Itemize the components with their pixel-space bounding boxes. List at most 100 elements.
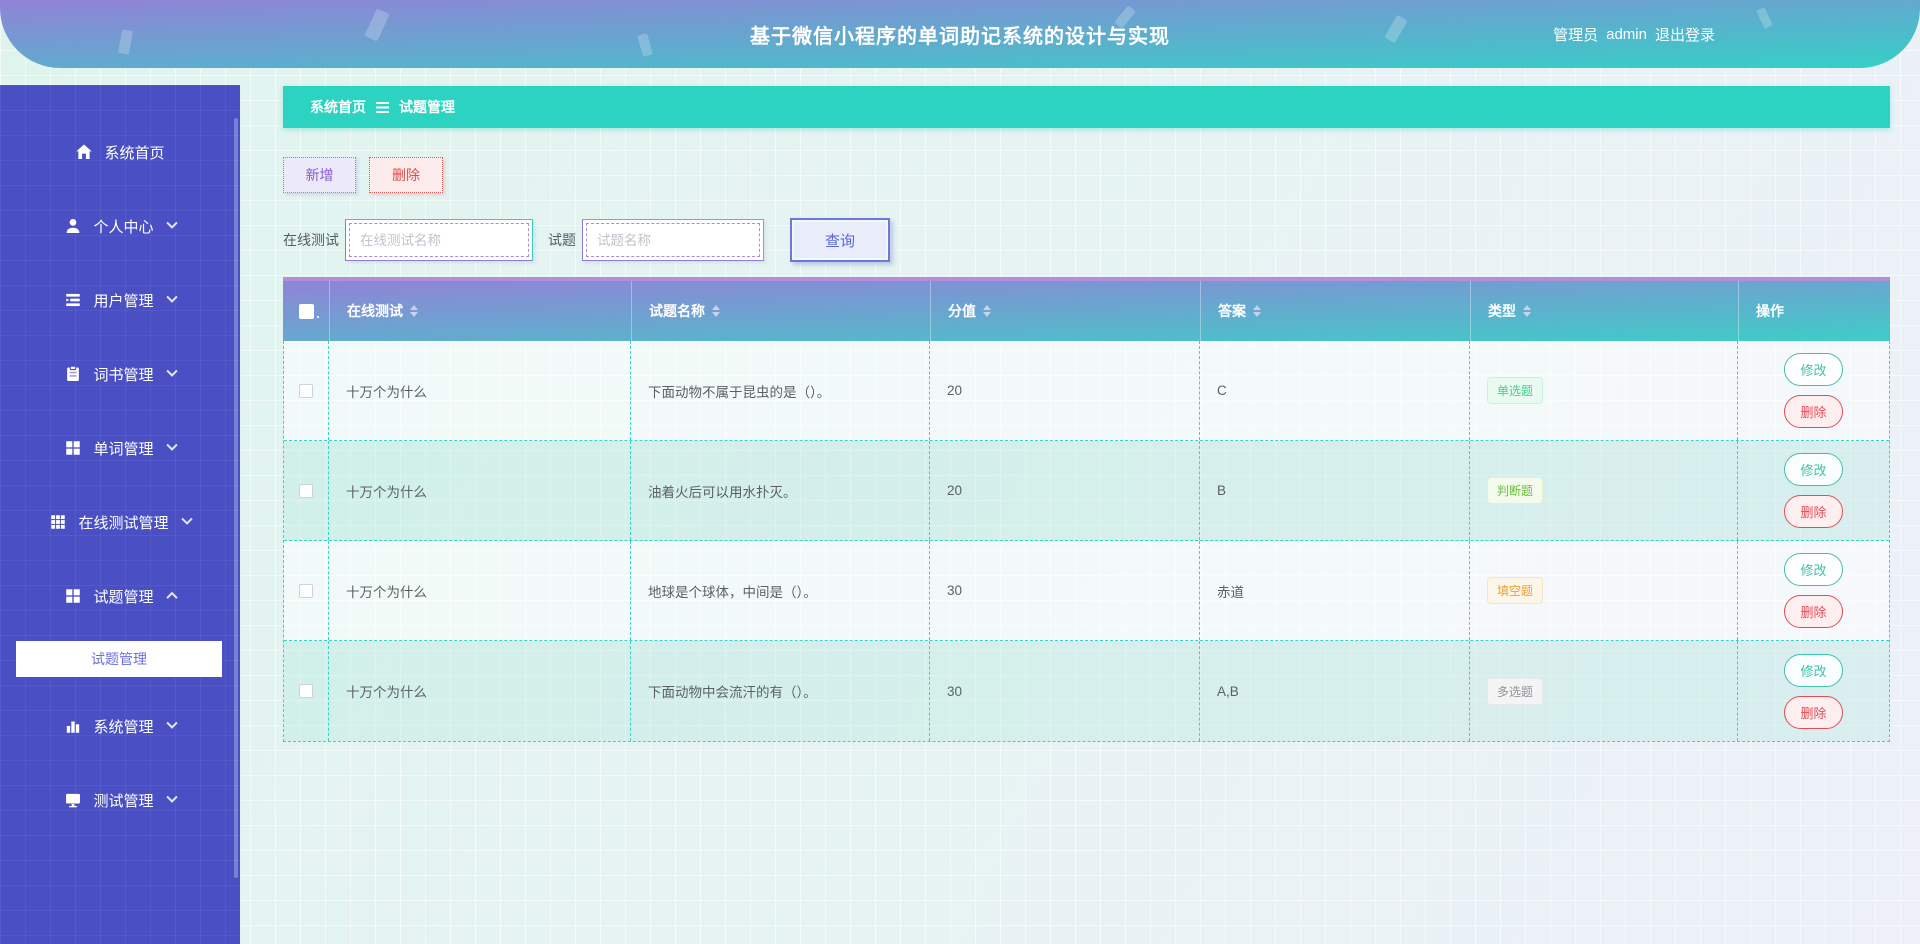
sidebar-item-online-test-manage[interactable]: 在线测试管理 [0,485,240,559]
sort-icon[interactable] [983,305,991,317]
chevron-down-icon [180,513,193,525]
sidebar-item-question-manage[interactable]: 试题管理 [0,559,240,633]
sidebar-item-label: 用户管理 [93,292,154,310]
notebook-icon [64,365,82,383]
sidebar-item-label: 测试管理 [93,792,154,810]
cell-answer: C [1200,341,1470,440]
breadcrumb-current: 试题管理 [399,99,455,115]
sort-icon[interactable] [1253,305,1261,317]
cell-question: 油着火后可以用水扑灭。 [631,441,930,540]
cell-answer: A,B [1200,641,1470,741]
row-checkbox[interactable] [299,684,313,698]
confetti-decoration [637,33,653,57]
grid9-icon [49,513,67,531]
grid4-icon [64,587,82,605]
cell-online-test: 十万个为什么 [329,641,631,741]
question-input[interactable] [586,223,760,257]
delete-button[interactable]: 删除 [369,157,443,193]
admin-role-label: 管理员 [1553,26,1599,44]
cell-score: 30 [930,641,1200,741]
column-header-actions: 操作 [1738,281,1890,341]
type-tag: 判断题 [1487,477,1544,504]
sidebar-item-user-manage[interactable]: 用户管理 [0,263,240,337]
page: 基于微信小程序的单词助记系统的设计与实现 管理员 admin 退出登录 系统首页… [0,0,1920,944]
sidebar-item-system-manage[interactable]: 系统管理 [0,689,240,763]
chart-icon [64,717,82,735]
row-checkbox[interactable] [299,583,313,598]
cell-type: 判断题 [1470,441,1738,540]
column-header-answer[interactable]: 答案 [1200,281,1470,341]
row-delete-button[interactable]: 删除 [1784,595,1843,628]
chevron-up-icon [165,591,178,604]
breadcrumb-home[interactable]: 系统首页 [310,97,366,117]
admin-username: admin [1606,25,1647,43]
row-checkbox[interactable] [299,483,313,498]
online-test-label: 在线测试 [283,232,339,248]
edit-button[interactable]: 修改 [1784,653,1843,687]
online-test-input[interactable] [349,223,529,257]
main-content: 系统首页 试题管理 新增 删除 在线测试 试题 查询 [283,86,1890,742]
sidebar-item-label: 试题管理 [93,588,154,606]
sort-icon[interactable] [410,305,418,317]
cell-question: 下面动物中会流汗的有（）。 [631,641,930,741]
table-body: 十万个为什么 下面动物不属于昆虫的是（）。 20 C 单选题 修改 删除 十万个为什么油… [283,341,1890,742]
confetti-decoration [1756,7,1773,29]
home-icon [75,143,93,161]
sidebar-item-home[interactable]: 系统首页 [0,115,240,189]
sidebar-item-wordbook-manage[interactable]: 词书管理 [0,337,240,411]
select-all-checkbox[interactable] [298,303,319,319]
column-header-type[interactable]: 类型 [1470,281,1738,341]
sidebar-item-label: 单词管理 [93,440,154,458]
breadcrumb: 系统首页 试题管理 [283,86,1890,128]
column-header-score[interactable]: 分值 [930,281,1200,341]
edit-button[interactable]: 修改 [1784,553,1843,586]
table-row: 十万个为什么 下面动物不属于昆虫的是（）。 20 C 单选题 修改 删除 [284,341,1889,441]
cell-score: 20 [930,441,1200,540]
cell-answer: 赤道 [1200,541,1470,640]
cell-type: 多选题 [1470,641,1738,741]
cell-answer: B [1200,441,1470,540]
add-button[interactable]: 新增 [283,157,356,193]
type-tag: 多选题 [1487,677,1544,705]
sidebar-item-personal-center[interactable]: 个人中心 [0,189,240,263]
edit-button[interactable]: 修改 [1784,353,1843,386]
sort-icon[interactable] [712,305,720,317]
toolbar: 新增 删除 [283,157,1890,193]
admin-info: 管理员 admin 退出登录 [1553,0,1715,68]
sidebar: 系统首页 个人中心 用户管理 词书管理 单词管理 在线测试管理 试题管理 试题管理 系统管理 测试… [0,85,240,944]
chevron-down-icon [165,439,178,451]
logout-button[interactable]: 退出登录 [1655,24,1715,45]
cell-actions: 修改 删除 [1738,541,1889,640]
row-delete-button[interactable]: 删除 [1784,695,1843,729]
row-checkbox[interactable] [299,383,313,398]
edit-button[interactable]: 修改 [1784,453,1843,486]
list-icon [64,291,82,309]
grid4-icon [64,439,82,457]
app-header: 基于微信小程序的单词助记系统的设计与实现 管理员 admin 退出登录 [0,0,1920,68]
query-button[interactable]: 查询 [790,218,890,262]
sort-icon[interactable] [1523,305,1531,317]
sidebar-item-label: 词书管理 [93,366,154,384]
sidebar-item-word-manage[interactable]: 单词管理 [0,411,240,485]
user-icon [64,217,82,235]
type-tag: 单选题 [1487,377,1544,404]
search-bar: 在线测试 试题 查询 [283,218,1890,262]
row-delete-button[interactable]: 删除 [1784,395,1843,428]
table-header-row: 在线测试 试题名称 分值 答案 类型 操作 [283,281,1890,341]
cell-online-test: 十万个为什么 [329,541,631,640]
sidebar-subitem-question-manage-sub[interactable]: 试题管理 [16,641,222,677]
sidebar-item-test-manage[interactable]: 测试管理 [0,763,240,837]
column-header-online-test[interactable]: 在线测试 [329,281,631,341]
confetti-decoration [1384,14,1408,44]
cell-online-test: 十万个为什么 [329,441,631,540]
chevron-down-icon [165,217,178,229]
row-delete-button[interactable]: 删除 [1784,495,1843,528]
table-row: 十万个为什么 下面动物中会流汗的有（）。 30 A,B 多选题 修改 删除 [284,641,1889,741]
row-checkbox-cell [284,641,329,741]
sidebar-scrollbar[interactable] [234,118,238,878]
table-row: 十万个为什么 油着火后可以用水扑灭。 20 B 判断题 修改 删除 [284,441,1889,541]
chevron-down-icon [165,717,178,729]
column-header-question[interactable]: 试题名称 [631,281,930,341]
breadcrumb-separator-icon [376,101,389,113]
question-input-wrap [582,219,764,261]
